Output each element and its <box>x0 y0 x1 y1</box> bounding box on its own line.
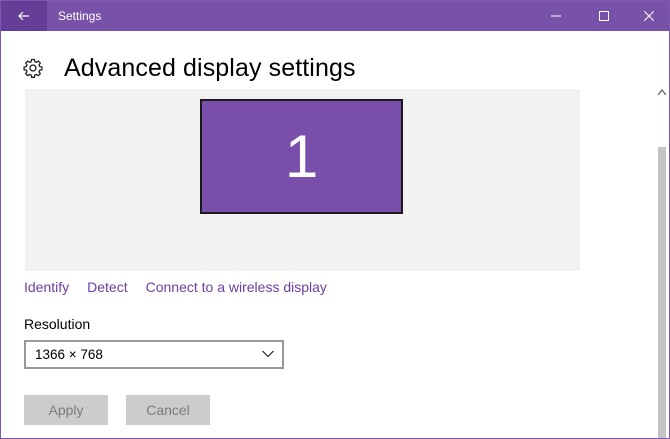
page-title: Advanced display settings <box>64 53 356 82</box>
display-links: Identify Detect Connect to a wireless di… <box>24 279 345 295</box>
resolution-label: Resolution <box>24 316 91 332</box>
window-title: Settings <box>58 9 102 23</box>
monitor-1[interactable]: 1 <box>200 99 403 214</box>
close-icon <box>644 11 654 21</box>
minimize-button[interactable] <box>533 1 579 31</box>
display-arrangement-area: 1 <box>25 89 580 271</box>
cancel-button[interactable]: Cancel <box>126 395 210 425</box>
back-button[interactable] <box>1 1 47 31</box>
settings-window: Settings Advanced display settings 1 Ide… <box>0 0 670 439</box>
apply-button[interactable]: Apply <box>24 395 108 425</box>
scroll-up-arrow-icon[interactable] <box>658 89 666 95</box>
scrollbar[interactable] <box>654 31 669 438</box>
maximize-button[interactable] <box>581 1 627 31</box>
resolution-dropdown[interactable]: 1366 × 768 <box>24 340 284 369</box>
resolution-selected-value: 1366 × 768 <box>35 347 103 362</box>
scrollbar-thumb[interactable] <box>658 147 666 438</box>
chevron-down-icon <box>262 350 274 358</box>
maximize-icon <box>599 11 609 21</box>
connect-wireless-display-link[interactable]: Connect to a wireless display <box>146 279 327 295</box>
title-bar: Settings <box>1 1 669 31</box>
close-button[interactable] <box>626 1 669 31</box>
page-header: Advanced display settings <box>23 53 356 83</box>
back-arrow-icon <box>18 11 29 21</box>
minimize-icon <box>551 15 561 17</box>
gear-icon <box>23 58 43 78</box>
identify-link[interactable]: Identify <box>24 279 69 295</box>
monitor-number: 1 <box>284 123 319 190</box>
detect-link[interactable]: Detect <box>87 279 127 295</box>
